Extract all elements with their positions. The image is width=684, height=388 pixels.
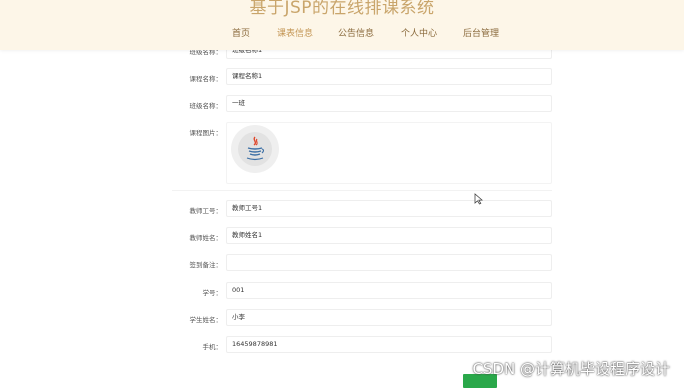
nav-personal-center[interactable]: 个人中心 [401, 26, 437, 39]
course-image[interactable] [231, 125, 279, 173]
section-divider [172, 190, 552, 191]
sign-note-field[interactable] [226, 254, 552, 271]
student-name-label: 学生姓名： [189, 316, 223, 324]
course-image-label: 课程图片： [189, 129, 223, 137]
course-image-box [226, 122, 552, 184]
nav-home[interactable]: 首页 [232, 26, 250, 39]
mouse-cursor-icon [474, 193, 483, 205]
detail-form: 班级名称： 班级名称1 课程名称： 课程名称1 班级名称： 一班 课程图片： 教… [172, 0, 552, 388]
teacher-id-label: 教师工号： [189, 207, 223, 215]
class-name-label: 班级名称： [189, 102, 223, 110]
student-id-field[interactable]: 001 [226, 282, 552, 299]
teacher-id-field[interactable]: 教师工号1 [226, 200, 552, 217]
student-name-field[interactable]: 小李 [226, 309, 552, 326]
course-name-label: 课程名称： [189, 75, 223, 83]
site-header: 基于JSP的在线排课系统 首页 课表信息 公告信息 个人中心 后台管理 [0, 0, 684, 50]
teacher-name-label: 教师姓名： [189, 234, 223, 242]
nav-announcements[interactable]: 公告信息 [338, 26, 374, 39]
nav-schedule[interactable]: 课表信息 [277, 26, 313, 39]
csdn-watermark: CSDN @计算机毕设程序设计 [472, 360, 670, 378]
teacher-name-field[interactable]: 教师姓名1 [226, 227, 552, 244]
student-id-label: 学号： [202, 289, 223, 297]
class-name-field[interactable]: 一班 [226, 95, 552, 112]
course-name-field[interactable]: 课程名称1 [226, 68, 552, 85]
phone-field[interactable]: 16459878981 [226, 336, 552, 353]
phone-label: 手机： [202, 343, 223, 351]
java-logo-icon [246, 136, 265, 161]
sign-note-label: 签到备注： [189, 261, 223, 269]
main-nav: 首页 课表信息 公告信息 个人中心 后台管理 [0, 26, 684, 42]
site-title: 基于JSP的在线排课系统 [249, 0, 435, 18]
nav-admin[interactable]: 后台管理 [463, 26, 499, 39]
